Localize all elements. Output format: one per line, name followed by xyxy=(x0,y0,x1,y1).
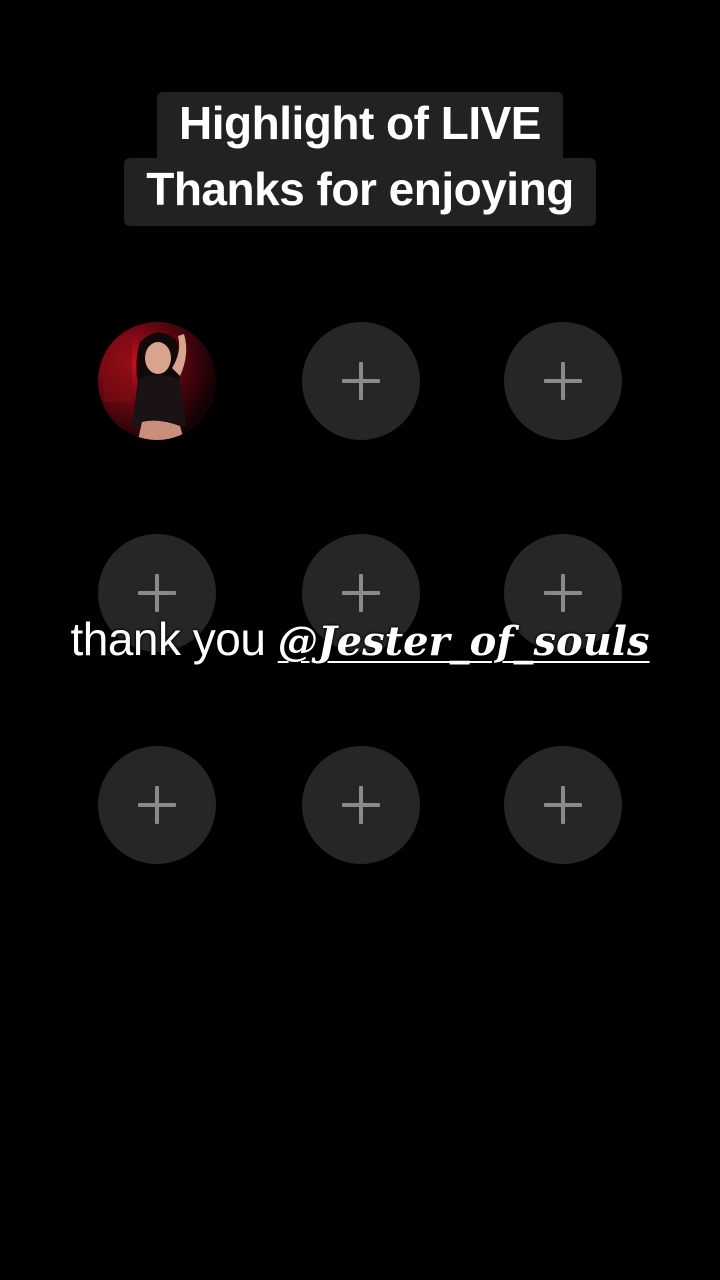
caption-prefix: thank you xyxy=(70,613,278,665)
add-slot-button[interactable] xyxy=(302,746,420,864)
user-mention-link[interactable]: @Jester_of_souls xyxy=(278,618,650,665)
gifter-avatar[interactable] xyxy=(98,322,216,440)
header-line-1: Highlight of LIVE xyxy=(157,92,563,160)
plus-icon xyxy=(342,574,380,612)
add-slot-button[interactable] xyxy=(98,746,216,864)
plus-icon xyxy=(544,574,582,612)
avatar-photo xyxy=(98,322,216,440)
thank-you-caption: thank you @Jester_of_souls xyxy=(0,612,720,666)
plus-icon xyxy=(342,786,380,824)
highlight-header: Highlight of LIVE Thanks for enjoying xyxy=(0,92,720,226)
plus-icon xyxy=(138,786,176,824)
plus-icon xyxy=(138,574,176,612)
add-slot-button[interactable] xyxy=(302,322,420,440)
header-line-2: Thanks for enjoying xyxy=(124,158,596,226)
plus-icon xyxy=(544,362,582,400)
plus-icon xyxy=(544,786,582,824)
plus-icon xyxy=(342,362,380,400)
add-slot-button[interactable] xyxy=(504,322,622,440)
add-slot-button[interactable] xyxy=(504,746,622,864)
